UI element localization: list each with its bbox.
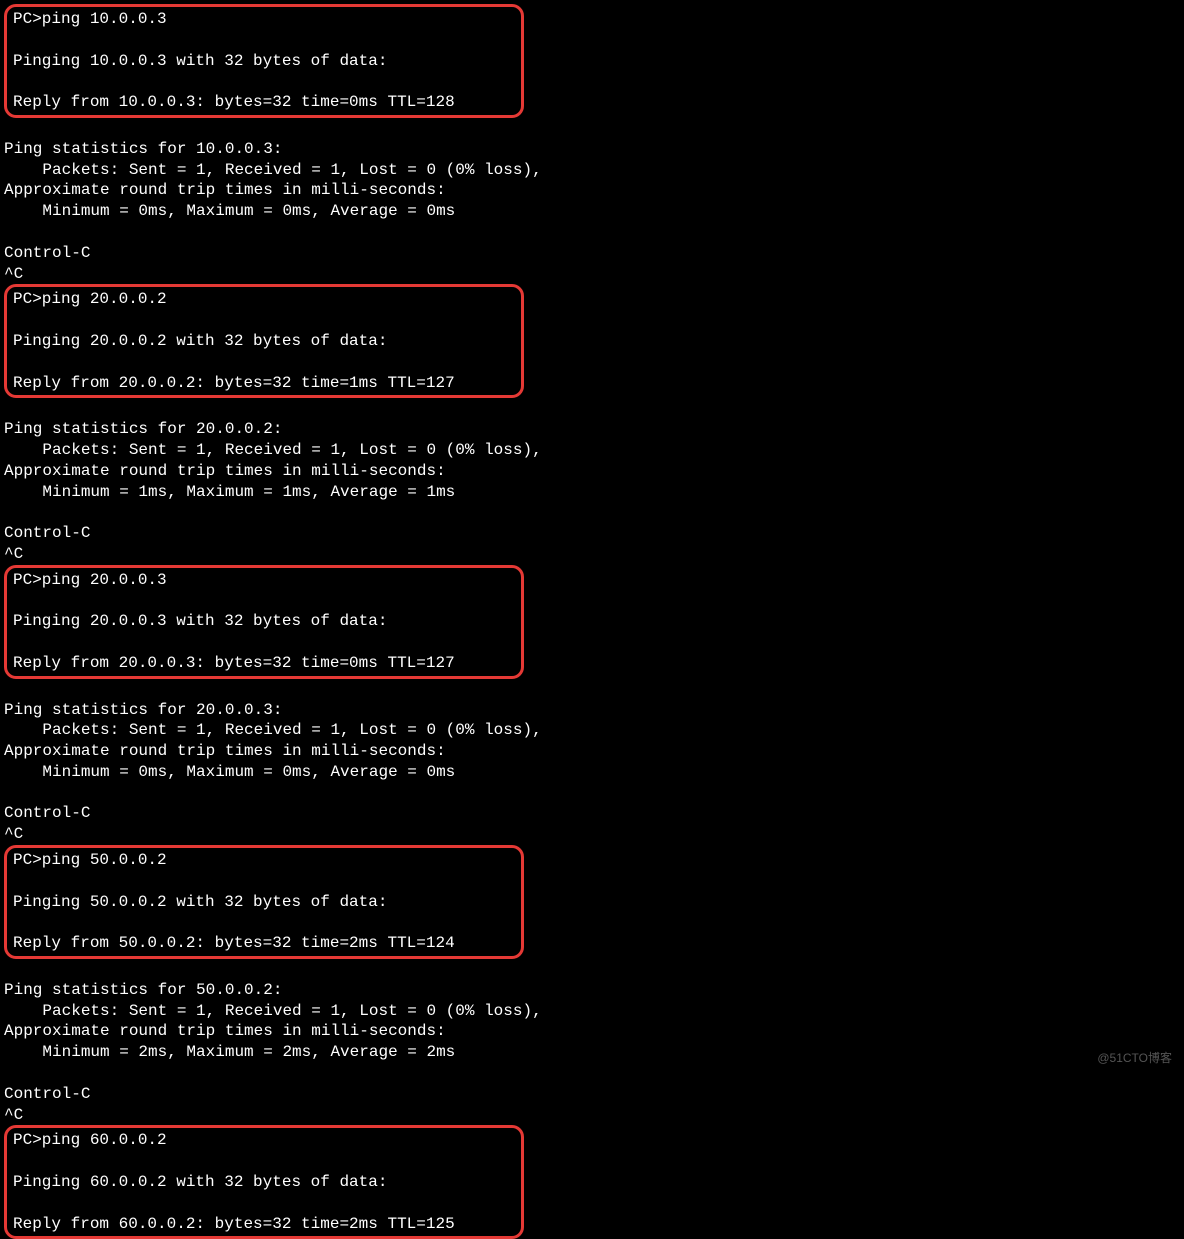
terminal-line <box>13 591 515 612</box>
terminal-line: Ping statistics for 20.0.0.3: <box>4 700 1180 721</box>
terminal-line: Reply from 60.0.0.2: bytes=32 time=2ms T… <box>13 1214 515 1235</box>
terminal-line: ^C <box>4 824 1180 845</box>
terminal-line: Pinging 50.0.0.2 with 32 bytes of data: <box>13 892 515 913</box>
terminal-line: Pinging 20.0.0.3 with 32 bytes of data: <box>13 611 515 632</box>
terminal-line: PC>ping 50.0.0.2 <box>13 850 515 871</box>
terminal-line: ^C <box>4 1105 1180 1126</box>
terminal-line <box>13 1151 515 1172</box>
ping-command-block: PC>ping 50.0.0.2 Pinging 50.0.0.2 with 3… <box>4 845 1180 959</box>
terminal-line: PC>ping 10.0.0.3 <box>13 9 515 30</box>
terminal-line: Reply from 10.0.0.3: bytes=32 time=0ms T… <box>13 92 515 113</box>
highlight-box: PC>ping 10.0.0.3 Pinging 10.0.0.3 with 3… <box>4 4 524 118</box>
terminal-line: Ping statistics for 20.0.0.2: <box>4 419 1180 440</box>
terminal-line: Reply from 20.0.0.2: bytes=32 time=1ms T… <box>13 373 515 394</box>
terminal-line: Control-C <box>4 1084 1180 1105</box>
terminal-line: Packets: Sent = 1, Received = 1, Lost = … <box>4 440 1180 461</box>
terminal-output: PC>ping 10.0.0.3 Pinging 10.0.0.3 with 3… <box>4 4 1180 1239</box>
ping-stats-block: Ping statistics for 20.0.0.2: Packets: S… <box>4 398 1180 564</box>
terminal-line: Control-C <box>4 243 1180 264</box>
terminal-line <box>13 632 515 653</box>
terminal-line <box>13 912 515 933</box>
terminal-line: Ping statistics for 50.0.0.2: <box>4 980 1180 1001</box>
terminal-line <box>4 959 1180 980</box>
terminal-line: Control-C <box>4 523 1180 544</box>
terminal-line: Pinging 60.0.0.2 with 32 bytes of data: <box>13 1172 515 1193</box>
terminal-line: Minimum = 0ms, Maximum = 0ms, Average = … <box>4 201 1180 222</box>
terminal-line: Minimum = 0ms, Maximum = 0ms, Average = … <box>4 762 1180 783</box>
terminal-line: Packets: Sent = 1, Received = 1, Lost = … <box>4 160 1180 181</box>
terminal-line <box>4 783 1180 804</box>
terminal-line <box>13 30 515 51</box>
ping-command-block: PC>ping 20.0.0.2 Pinging 20.0.0.2 with 3… <box>4 284 1180 398</box>
watermark: @51CTO博客 <box>1097 1051 1172 1067</box>
ping-command-block: PC>ping 20.0.0.3 Pinging 20.0.0.3 with 3… <box>4 565 1180 679</box>
terminal-line <box>4 679 1180 700</box>
terminal-line: Packets: Sent = 1, Received = 1, Lost = … <box>4 720 1180 741</box>
terminal-line <box>13 1193 515 1214</box>
highlight-box: PC>ping 60.0.0.2 Pinging 60.0.0.2 with 3… <box>4 1125 524 1239</box>
terminal-line <box>4 1063 1180 1084</box>
terminal-line: Approximate round trip times in milli-se… <box>4 1021 1180 1042</box>
terminal-line: Approximate round trip times in milli-se… <box>4 180 1180 201</box>
terminal-line: PC>ping 60.0.0.2 <box>13 1130 515 1151</box>
ping-command-block: PC>ping 10.0.0.3 Pinging 10.0.0.3 with 3… <box>4 4 1180 118</box>
terminal-line: Approximate round trip times in milli-se… <box>4 741 1180 762</box>
ping-stats-block: Ping statistics for 20.0.0.3: Packets: S… <box>4 679 1180 845</box>
terminal-line <box>4 222 1180 243</box>
terminal-line <box>13 871 515 892</box>
terminal-line: Ping statistics for 10.0.0.3: <box>4 139 1180 160</box>
terminal-line <box>4 502 1180 523</box>
terminal-line: Reply from 50.0.0.2: bytes=32 time=2ms T… <box>13 933 515 954</box>
terminal-line <box>13 310 515 331</box>
ping-stats-block: Ping statistics for 10.0.0.3: Packets: S… <box>4 118 1180 284</box>
terminal-line: Minimum = 2ms, Maximum = 2ms, Average = … <box>4 1042 1180 1063</box>
terminal-line <box>13 352 515 373</box>
terminal-line <box>4 398 1180 419</box>
terminal-line <box>4 118 1180 139</box>
terminal-line: Control-C <box>4 803 1180 824</box>
terminal-line: Reply from 20.0.0.3: bytes=32 time=0ms T… <box>13 653 515 674</box>
terminal-line: Pinging 20.0.0.2 with 32 bytes of data: <box>13 331 515 352</box>
terminal-line: Pinging 10.0.0.3 with 32 bytes of data: <box>13 51 515 72</box>
highlight-box: PC>ping 50.0.0.2 Pinging 50.0.0.2 with 3… <box>4 845 524 959</box>
terminal-line: PC>ping 20.0.0.2 <box>13 289 515 310</box>
terminal-line: ^C <box>4 264 1180 285</box>
ping-command-block: PC>ping 60.0.0.2 Pinging 60.0.0.2 with 3… <box>4 1125 1180 1239</box>
terminal-line: ^C <box>4 544 1180 565</box>
terminal-line: Minimum = 1ms, Maximum = 1ms, Average = … <box>4 482 1180 503</box>
terminal-line: Approximate round trip times in milli-se… <box>4 461 1180 482</box>
ping-stats-block: Ping statistics for 50.0.0.2: Packets: S… <box>4 959 1180 1125</box>
terminal-line: Packets: Sent = 1, Received = 1, Lost = … <box>4 1001 1180 1022</box>
terminal-line <box>13 71 515 92</box>
terminal-line: PC>ping 20.0.0.3 <box>13 570 515 591</box>
highlight-box: PC>ping 20.0.0.2 Pinging 20.0.0.2 with 3… <box>4 284 524 398</box>
highlight-box: PC>ping 20.0.0.3 Pinging 20.0.0.3 with 3… <box>4 565 524 679</box>
